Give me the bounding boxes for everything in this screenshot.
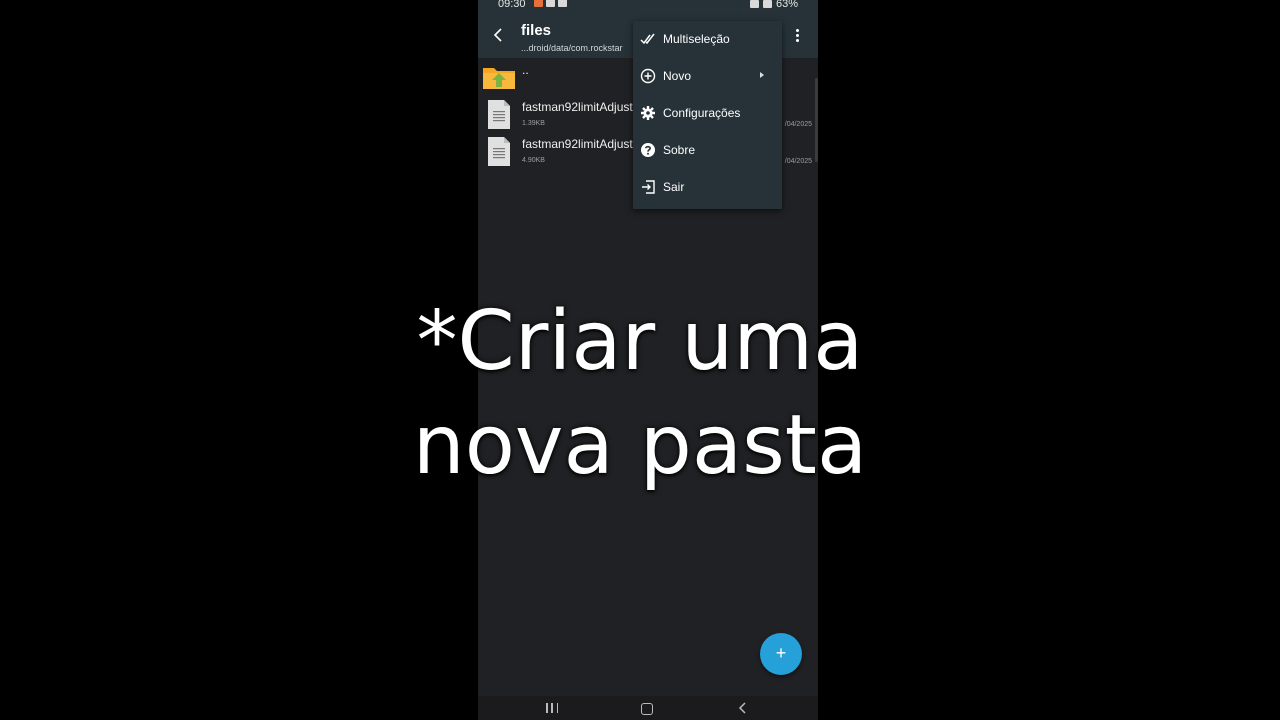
document-icon	[488, 100, 510, 129]
file-date: /04/2025	[784, 158, 812, 165]
caption-line-1: *Criar uma	[416, 294, 864, 389]
menu-item-label: Sobre	[663, 143, 696, 157]
status-bar: 09:30 63%	[478, 0, 818, 12]
double-check-icon	[640, 33, 655, 45]
more-options-icon[interactable]	[796, 29, 800, 44]
menu-item-label: Configurações	[663, 106, 741, 120]
document-icon	[488, 137, 510, 166]
cloud-icon	[558, 0, 567, 7]
nav-back-icon[interactable]	[737, 702, 749, 714]
recent-apps-icon[interactable]	[546, 703, 558, 713]
menu-item-about[interactable]: Sobre	[633, 135, 782, 165]
caption-line-2: nova pasta	[412, 398, 868, 493]
back-arrow-icon[interactable]	[490, 26, 508, 44]
current-path: ...droid/data/com.rockstar	[521, 43, 623, 53]
menu-item-multiselect[interactable]: Multiseleção	[633, 24, 782, 54]
add-button[interactable]: +	[760, 633, 802, 675]
submenu-arrow-icon	[760, 72, 764, 78]
page-title: files	[521, 22, 552, 39]
help-circle-icon	[641, 143, 655, 157]
file-name: fastman92limitAdjuster	[522, 137, 634, 151]
menu-item-exit[interactable]: Sair	[633, 172, 782, 202]
file-size: 4.90KB	[522, 157, 545, 164]
menu-item-new[interactable]: Novo	[633, 61, 782, 91]
gear-icon	[641, 106, 655, 120]
video-caption: *Criar uma nova pasta	[0, 290, 1280, 498]
overflow-menu: Multiseleção Novo Configurações Sobre Sa…	[633, 21, 782, 209]
file-name: fastman92limitAdjuster	[522, 100, 634, 114]
system-nav-bar	[478, 696, 818, 720]
wifi-icon	[749, 0, 759, 8]
home-icon[interactable]	[641, 703, 653, 715]
menu-item-label: Multiseleção	[663, 32, 730, 46]
scrollbar[interactable]	[815, 78, 818, 162]
battery-level: 63%	[775, 0, 798, 10]
signal-icon	[762, 0, 772, 8]
folder-up-icon	[483, 68, 515, 89]
plus-circle-icon	[640, 68, 656, 84]
menu-item-settings[interactable]: Configurações	[633, 98, 782, 128]
notification-icons	[534, 0, 567, 7]
exit-icon	[642, 180, 655, 194]
menu-item-label: Novo	[663, 69, 692, 83]
file-name: ..	[522, 63, 529, 77]
file-size: 1.39KB	[522, 120, 545, 127]
file-date: /04/2025	[784, 121, 812, 128]
system-icons: 63%	[749, 0, 798, 10]
menu-item-label: Sair	[663, 180, 685, 194]
record-icon	[534, 0, 543, 7]
notification-icon	[546, 0, 555, 7]
status-time: 09:30	[498, 0, 526, 10]
